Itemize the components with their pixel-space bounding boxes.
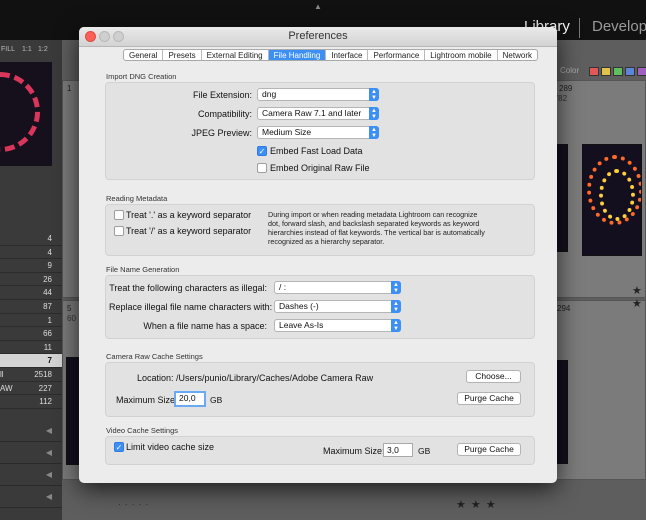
section-video-cache-header: Video Cache Settings: [106, 426, 178, 435]
preferences-tabs: General Presets External Editing File Ha…: [123, 49, 538, 61]
slash-separator-label: Treat '/' as a keyword separator: [126, 226, 252, 236]
tab-external-editing[interactable]: External Editing: [202, 50, 269, 60]
section-toggle-icon[interactable]: ◀: [0, 420, 62, 442]
purge-raw-cache-button[interactable]: Purge Cache: [457, 392, 521, 405]
folder-row[interactable]: 4: [0, 232, 62, 246]
section-toggle-icon[interactable]: ◀: [0, 486, 62, 508]
chevron-updown-icon: ▲ ▼: [369, 88, 379, 101]
folder-row[interactable]: 9: [0, 259, 62, 273]
module-separator: [579, 18, 580, 38]
embed-fast-load-checkbox[interactable]: ✓: [257, 146, 267, 156]
cache-location-label: Location:: [137, 373, 174, 383]
embed-original-raw-label: Embed Original Raw File: [270, 163, 370, 173]
space-handling-select[interactable]: Leave As-Is ▲ ▼: [274, 319, 401, 332]
folder-row[interactable]: 1: [0, 314, 62, 328]
folder-row[interactable]: 44: [0, 286, 62, 300]
zoom-fill[interactable]: FILL: [1, 46, 15, 53]
folder-row[interactable]: 4: [0, 246, 62, 260]
color-label-swatch-purple[interactable]: [637, 67, 646, 76]
color-label-swatch-yellow[interactable]: [601, 67, 611, 76]
embed-original-raw-checkbox[interactable]: [257, 163, 267, 173]
compatibility-label: Compatibility:: [197, 109, 252, 119]
raw-cache-max-size-input[interactable]: 20,0: [174, 391, 206, 407]
tab-network[interactable]: Network: [498, 50, 537, 60]
space-handling-label: When a file name has a space:: [143, 321, 267, 331]
choose-location-button[interactable]: Choose...: [466, 370, 521, 383]
file-extension-select[interactable]: dng ▲ ▼: [257, 88, 379, 101]
chevron-updown-icon: ▲ ▼: [369, 126, 379, 139]
folder-row[interactable]: 66: [0, 327, 62, 341]
embed-fast-load-label: Embed Fast Load Data: [270, 146, 363, 156]
folder-list: 4 4 9 26 44 87 1 66 11 7 ll 2518 AW 227 11…: [0, 232, 62, 409]
module-develop[interactable]: Develop: [592, 18, 646, 35]
limit-video-cache-checkbox[interactable]: ✓: [114, 442, 124, 452]
folder-row[interactable]: ll 2518: [0, 368, 62, 382]
folder-row[interactable]: AW 227: [0, 382, 62, 396]
tab-general[interactable]: General: [124, 50, 164, 60]
dot-separator-checkbox[interactable]: [114, 210, 124, 220]
thumbnail-photo[interactable]: [66, 357, 80, 465]
preferences-dialog: Preferences General Presets External Edi…: [79, 27, 557, 483]
zoom-1-2[interactable]: 1:2: [38, 46, 48, 53]
dialog-title: Preferences: [288, 30, 348, 42]
raw-cache-max-size-label: Maximum Size:: [116, 395, 178, 405]
section-toggle-icon[interactable]: ◀: [0, 464, 62, 486]
folder-row-selected[interactable]: 7: [0, 354, 62, 368]
folder-row[interactable]: 11: [0, 341, 62, 355]
folder-row[interactable]: 112: [0, 395, 62, 409]
section-file-name-header: File Name Generation: [106, 265, 180, 274]
star-rating[interactable]: ★ ★: [632, 284, 646, 310]
compatibility-select[interactable]: Camera Raw 7.1 and later ▲ ▼: [257, 107, 379, 120]
left-panel-collapsed-sections: ◀ ◀ ◀ ◀: [0, 420, 62, 508]
tab-performance[interactable]: Performance: [368, 50, 426, 60]
raw-cache-unit: GB: [210, 395, 223, 405]
chevron-updown-icon: ▲ ▼: [391, 300, 401, 313]
thumbnail-photo[interactable]: [582, 144, 642, 256]
collapse-top-panel-icon[interactable]: ▲: [314, 2, 322, 11]
replace-chars-select[interactable]: Dashes (-) ▲ ▼: [274, 300, 401, 313]
navigator-zoom-bar: FILL 1:1 1:2: [0, 44, 62, 58]
folder-row[interactable]: 26: [0, 273, 62, 287]
chevron-updown-icon: ▲ ▼: [369, 107, 379, 120]
chevron-updown-icon: ▲ ▼: [391, 281, 401, 294]
video-cache-max-size-input[interactable]: 3,0: [383, 443, 413, 457]
section-toggle-icon[interactable]: ◀: [0, 442, 62, 464]
zoom-1-1[interactable]: 1:1: [22, 46, 32, 53]
illegal-chars-label: Treat the following characters as illega…: [109, 283, 267, 293]
file-extension-label: File Extension:: [192, 90, 252, 100]
replace-chars-label: Replace illegal file name characters wit…: [109, 302, 273, 312]
star-rating[interactable]: · · · · ·: [118, 500, 149, 509]
dot-separator-label: Treat '.' as a keyword separator: [126, 210, 252, 220]
slash-separator-checkbox[interactable]: [114, 226, 124, 236]
metadata-help-text: During import or when reading metadata L…: [268, 210, 485, 246]
color-label-swatch-green[interactable]: [613, 67, 623, 76]
section-import-dng-header: Import DNG Creation: [106, 72, 177, 81]
purge-video-cache-button[interactable]: Purge Cache: [457, 443, 521, 456]
section-reading-metadata-header: Reading Metadata: [106, 194, 168, 203]
star-rating[interactable]: ★ ★ ★: [456, 498, 497, 511]
tab-file-handling[interactable]: File Handling: [268, 50, 327, 60]
tab-lightroom-mobile[interactable]: Lightroom mobile: [425, 50, 498, 60]
limit-video-cache-label: Limit video cache size: [126, 442, 215, 452]
color-label-swatch-blue[interactable]: [625, 67, 635, 76]
navigator-preview[interactable]: [0, 62, 52, 166]
illegal-chars-select[interactable]: / : ▲ ▼: [274, 281, 401, 294]
video-cache-unit: GB: [418, 446, 431, 456]
color-filter-label: Color: [560, 66, 580, 75]
jpeg-preview-select[interactable]: Medium Size ▲ ▼: [257, 126, 379, 139]
folder-row[interactable]: 87: [0, 300, 62, 314]
section-camera-raw-cache-header: Camera Raw Cache Settings: [106, 352, 203, 361]
chevron-updown-icon: ▲ ▼: [391, 319, 401, 332]
jpeg-preview-label: JPEG Preview:: [191, 128, 252, 138]
color-label-swatch-red[interactable]: [589, 67, 599, 76]
cache-location-path: /Users/punio/Library/Caches/Adobe Camera…: [176, 373, 374, 383]
video-cache-max-size-label: Maximum Size:: [323, 446, 385, 456]
tab-interface[interactable]: Interface: [326, 50, 369, 60]
tab-presets[interactable]: Presets: [163, 50, 202, 60]
dialog-titlebar[interactable]: Preferences: [79, 27, 557, 47]
